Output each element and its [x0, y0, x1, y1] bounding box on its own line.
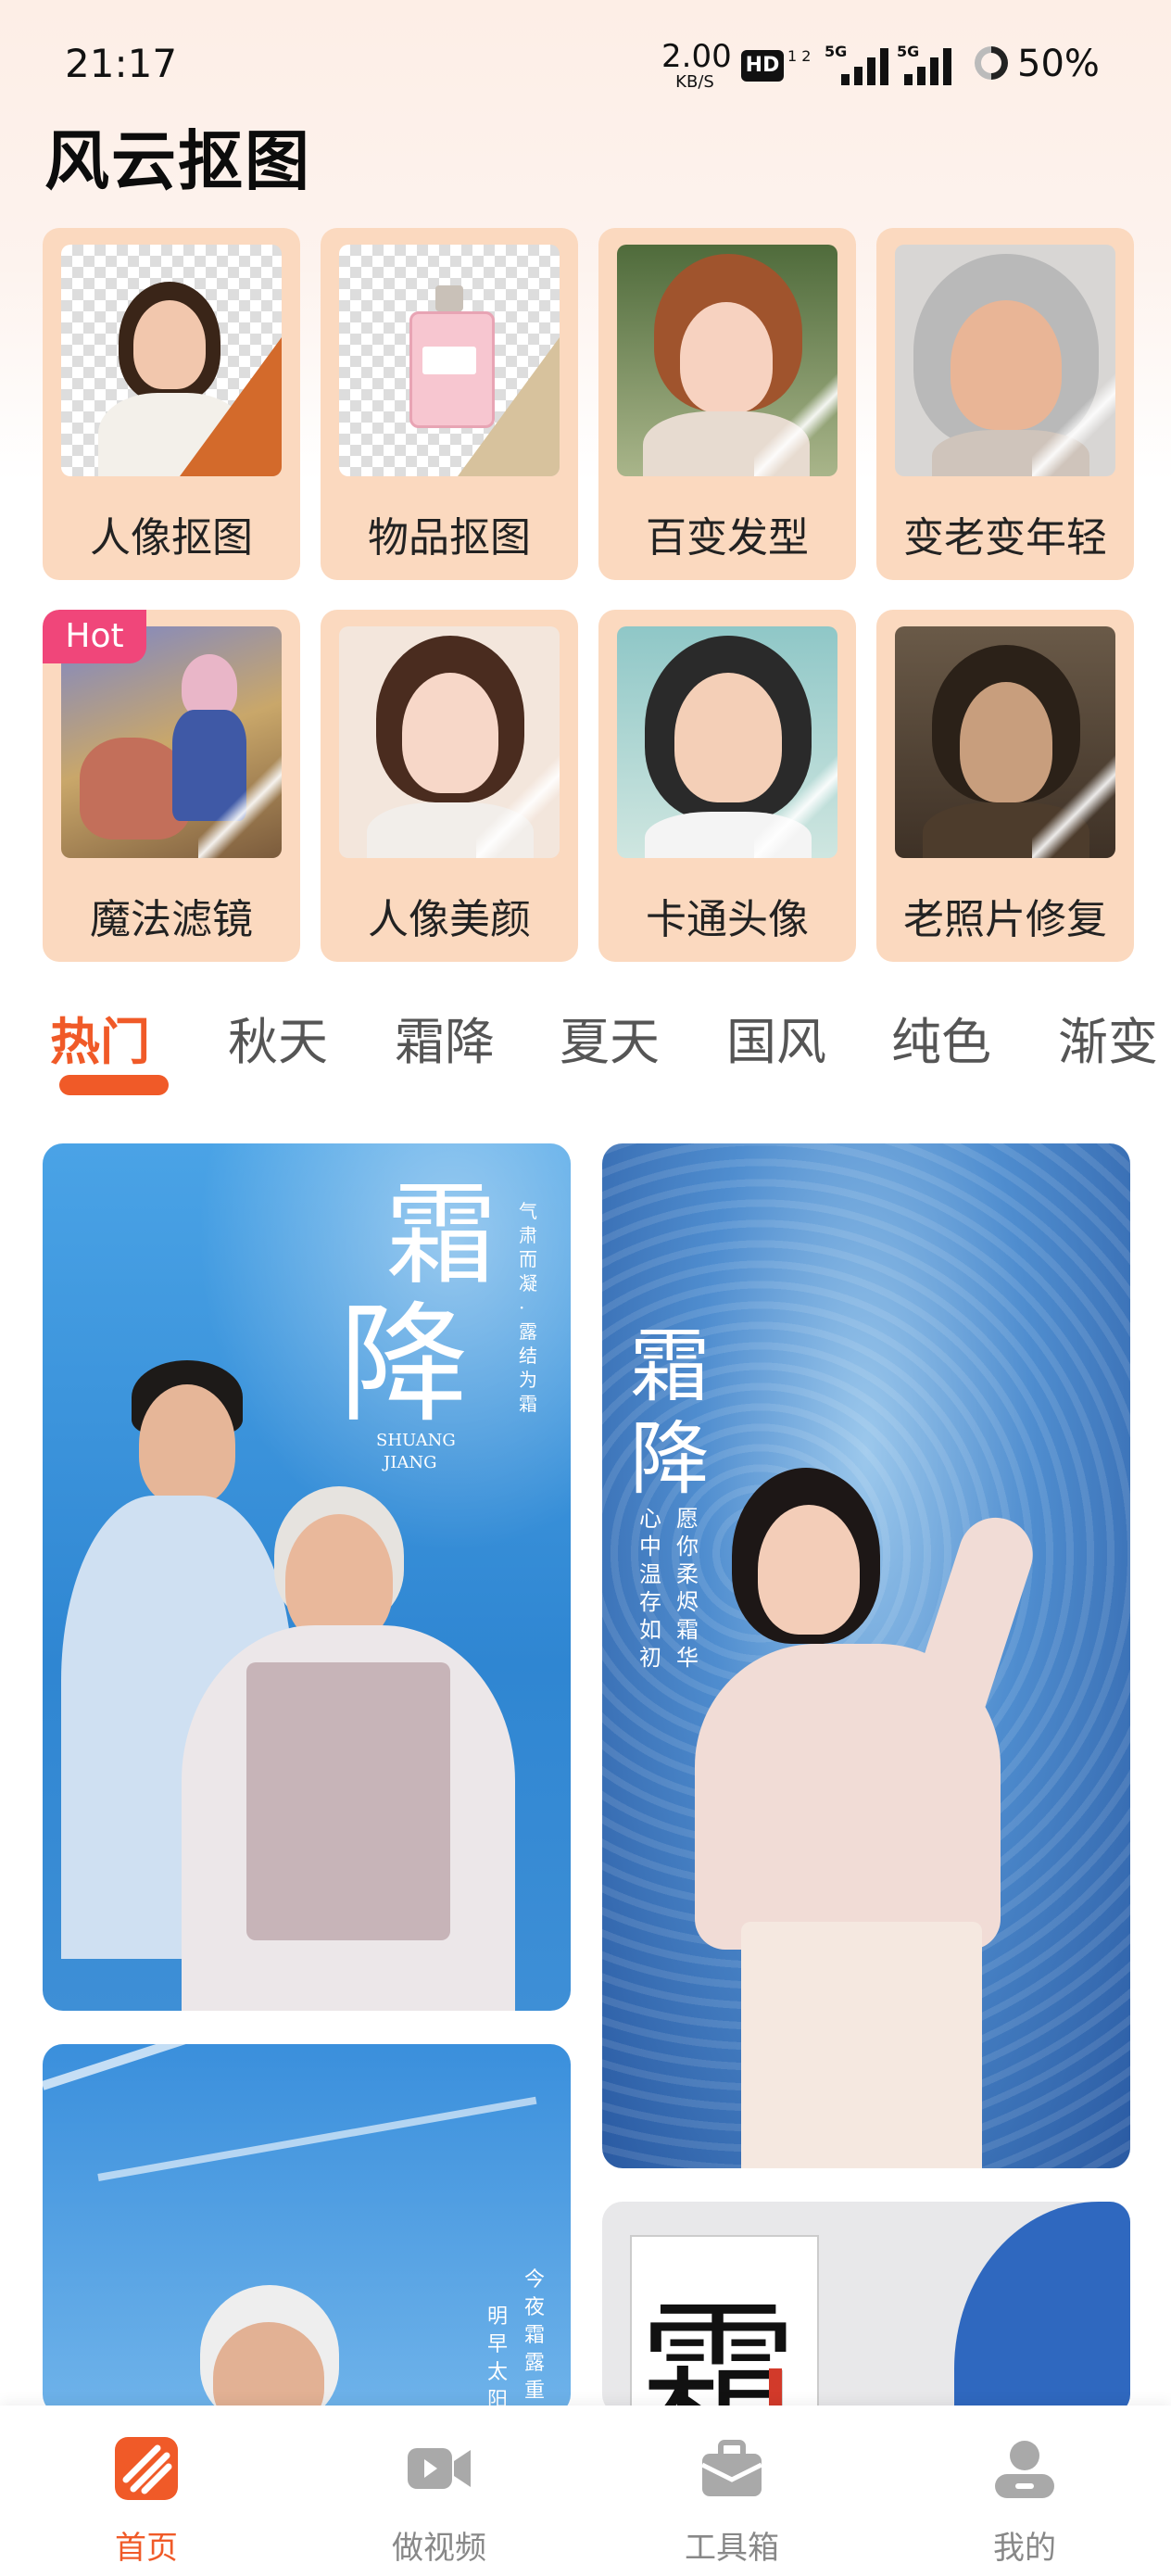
cartoon-avatar-icon — [617, 626, 837, 858]
poster-verse-2: 心中温存如初 — [639, 1506, 661, 1671]
nav-label: 工具箱 — [685, 2530, 779, 2567]
video-camera-icon — [408, 2448, 471, 2489]
hd-icon: HD — [741, 50, 784, 82]
signal-icon-2: 5G — [897, 43, 971, 85]
signal-label-1: 5G — [825, 43, 848, 60]
poster-side-text: 气肃而凝·露结为霜 — [519, 1200, 537, 1415]
tool-label: 人像抠图 — [90, 514, 253, 562]
tool-hairstyle[interactable]: 百变发型 — [598, 228, 856, 580]
nav-label: 我的 — [993, 2530, 1056, 2567]
template-card[interactable]: 今夜霜露重 明早太阳 — [43, 2044, 571, 2415]
profile-icon — [995, 2441, 1054, 2498]
signal-icon-1: 5G — [825, 43, 899, 85]
bottom-nav: 首页 做视频 工具箱 我的 — [0, 2406, 1171, 2576]
tool-label: 物品抠图 — [368, 514, 531, 562]
poster-verse-2: 明早太阳 — [487, 2305, 509, 2412]
tool-label: 卡通头像 — [646, 896, 809, 943]
portrait-cutout-icon — [61, 245, 282, 476]
nav-toolbox[interactable]: 工具箱 — [586, 2406, 878, 2576]
nav-label: 首页 — [115, 2530, 178, 2567]
photo-restore-icon — [895, 626, 1115, 858]
hd-sub-label: 1 2 — [787, 47, 812, 65]
tool-label: 百变发型 — [646, 514, 809, 562]
poster-pinyin-2: JIANG — [384, 1453, 437, 1472]
tool-label: 魔法滤镜 — [90, 896, 253, 943]
age-change-icon — [895, 245, 1115, 476]
poster-verse-1: 今夜霜露重 — [524, 2268, 546, 2403]
network-speed-value: 2.00 — [661, 38, 732, 75]
poster-title-bottom: 降 — [630, 1413, 710, 1506]
poster-title-top: 霜 — [385, 1171, 497, 1300]
poster-verse-1: 愿你柔烬霜华 — [676, 1506, 699, 1671]
tab-chinese-style[interactable]: 国风 — [726, 1001, 826, 1074]
tab-autumn[interactable]: 秋天 — [228, 1001, 328, 1074]
toolbox-icon — [700, 2440, 763, 2496]
tool-label: 人像美颜 — [368, 896, 531, 943]
tab-gradient[interactable]: 渐变 — [1058, 1001, 1158, 1074]
tool-photo-restore[interactable]: 老照片修复 — [876, 610, 1134, 962]
tool-magic-filter[interactable]: Hot 魔法滤镜 — [43, 610, 300, 962]
status-time: 21:17 — [65, 41, 178, 86]
object-cutout-icon — [339, 245, 560, 476]
beauty-icon — [339, 626, 560, 858]
nav-label: 做视频 — [392, 2530, 486, 2567]
battery-icon — [975, 46, 1008, 80]
signal-label-2: 5G — [897, 43, 920, 60]
tool-label: 老照片修复 — [903, 896, 1107, 943]
tab-hot[interactable]: 热门 — [50, 1001, 150, 1074]
tool-age-change[interactable]: 变老变年轻 — [876, 228, 1134, 580]
hot-badge: Hot — [43, 610, 146, 663]
tool-portrait-cutout[interactable]: 人像抠图 — [43, 228, 300, 580]
poster-pinyin-1: SHUANG — [376, 1431, 456, 1450]
tool-label: 变老变年轻 — [903, 514, 1107, 562]
tab-solid-color[interactable]: 纯色 — [891, 1001, 991, 1074]
nav-profile[interactable]: 我的 — [878, 2406, 1171, 2576]
tool-object-cutout[interactable]: 物品抠图 — [321, 228, 578, 580]
network-speed: 2.00 KB/S — [661, 38, 732, 92]
template-card[interactable]: 霜 降 SHUANG JIANG 气肃而凝·露结为霜 — [43, 1143, 571, 2011]
tool-cartoon-avatar[interactable]: 卡通头像 — [598, 610, 856, 962]
template-card[interactable]: 霜 降 愿你柔烬霜华 心中温存如初 — [602, 1143, 1130, 2168]
hairstyle-icon — [617, 245, 837, 476]
tool-beauty[interactable]: 人像美颜 — [321, 610, 578, 962]
home-icon — [115, 2437, 178, 2500]
template-card[interactable]: 霜 — [602, 2202, 1130, 2415]
active-tab-indicator — [59, 1075, 169, 1095]
nav-make-video[interactable]: 做视频 — [293, 2406, 586, 2576]
tab-frost-descent[interactable]: 霜降 — [395, 1001, 495, 1074]
battery-percent: 50% — [1017, 43, 1100, 85]
tab-summer[interactable]: 夏天 — [560, 1001, 660, 1074]
network-speed-unit: KB/S — [675, 72, 714, 92]
app-title: 风云抠图 — [44, 123, 311, 199]
category-tabs: 热门 秋天 霜降 夏天 国风 纯色 渐变 — [50, 1001, 1171, 1103]
nav-home[interactable]: 首页 — [0, 2406, 293, 2576]
poster-title-bottom: 降 — [339, 1290, 470, 1441]
